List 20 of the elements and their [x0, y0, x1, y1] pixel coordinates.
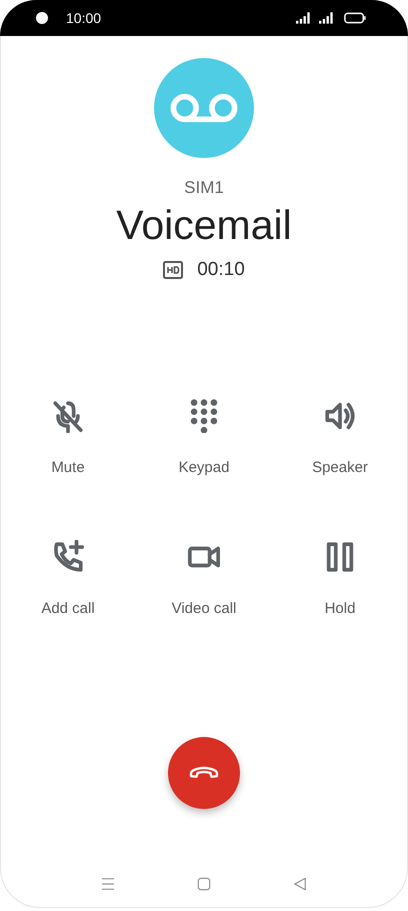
- mic-off-icon[interactable]: [51, 399, 85, 433]
- status-time: 10:00: [66, 10, 102, 26]
- control-label[interactable]: Speaker: [312, 459, 368, 476]
- camera-dot-icon: [36, 12, 48, 24]
- battery-icon: [344, 12, 366, 24]
- call-duration: 00:10: [197, 259, 245, 281]
- back-icon[interactable]: [293, 877, 307, 891]
- caller-name: Voicemail: [116, 202, 292, 249]
- home-icon[interactable]: [197, 877, 211, 891]
- voicemail-icon: [170, 91, 238, 125]
- add-call-icon[interactable]: [51, 540, 85, 574]
- hang-up-icon: [188, 765, 220, 781]
- control-label[interactable]: Video call: [172, 600, 236, 617]
- control-label[interactable]: Add call: [41, 600, 95, 617]
- sim-label: SIM1: [184, 178, 224, 198]
- control-label[interactable]: Hold: [324, 600, 356, 617]
- control-label[interactable]: Mute: [51, 459, 85, 476]
- control-label[interactable]: Keypad: [178, 459, 230, 476]
- end-call-button[interactable]: [168, 737, 240, 809]
- menu-icon[interactable]: [101, 877, 115, 891]
